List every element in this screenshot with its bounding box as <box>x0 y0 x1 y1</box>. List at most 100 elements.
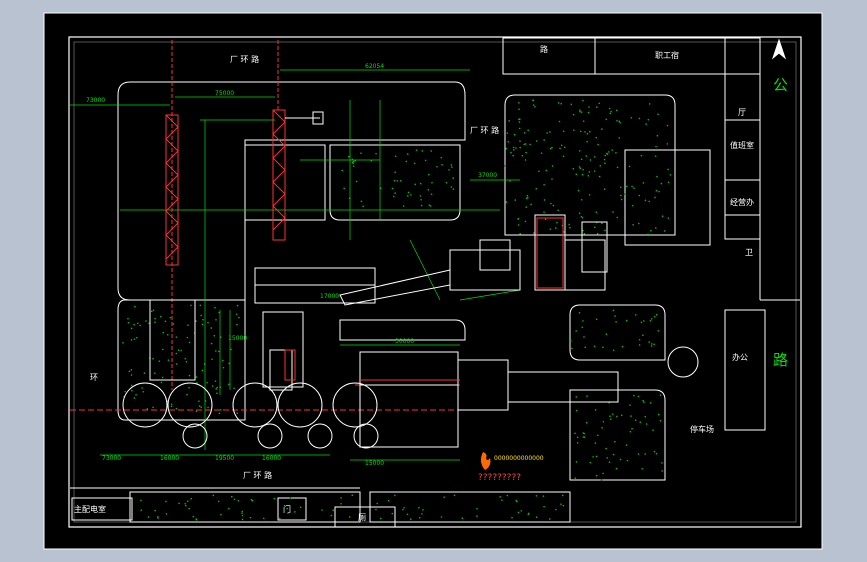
vegetation-dot <box>597 434 599 437</box>
vegetation-dot <box>394 494 396 497</box>
vegetation-dot <box>150 310 153 313</box>
vegetation-dot <box>202 318 204 321</box>
vegetation-dot <box>582 168 585 171</box>
site-boundary <box>73 41 797 523</box>
vegetation-dot <box>188 374 191 377</box>
silos <box>122 346 699 449</box>
vegetation-dot <box>575 409 578 412</box>
vegetation-dot <box>427 188 430 191</box>
vegetation-dot <box>394 171 396 173</box>
vegetation-dot <box>568 223 571 226</box>
vegetation-dot <box>595 474 598 477</box>
vegetation-dot <box>375 508 377 511</box>
vegetation-dot <box>450 164 453 166</box>
vegetation-dot <box>340 497 342 499</box>
vegetation-dot <box>598 175 601 178</box>
vegetation-dot <box>626 185 628 188</box>
dim-73000-a: 73000 <box>86 97 105 104</box>
vegetation-dot <box>396 180 399 182</box>
vegetation-dot <box>352 165 355 167</box>
vegetation-dot <box>616 166 619 169</box>
dimension-lines <box>70 69 521 461</box>
vegetation-dot <box>180 349 182 352</box>
vegetation-dot <box>657 413 660 416</box>
vegetation-dot <box>200 406 203 409</box>
vegetation-dot <box>649 319 652 322</box>
vegetation-dot <box>130 327 133 330</box>
vegetation-dot <box>512 146 515 149</box>
vegetation-dot <box>588 130 591 133</box>
vegetation-dot <box>517 224 520 226</box>
vegetation-dot <box>175 363 178 365</box>
vegetation-dot <box>655 452 658 455</box>
vegetation-dot <box>562 504 565 507</box>
vegetation-dot <box>420 198 422 201</box>
vegetation-dot <box>578 166 581 168</box>
vegetation-dot <box>210 342 213 345</box>
vegetation-dot <box>638 222 640 225</box>
vegetation-dot <box>604 229 606 232</box>
vegetation-dot <box>634 419 637 421</box>
vegetation-dot <box>130 384 133 387</box>
vegetation-dot <box>575 396 578 398</box>
vegetation-dot <box>167 359 170 361</box>
vegetation-dot <box>610 110 612 113</box>
dimension-texts: 62054 73000 75000 37000 73000 16000 1950… <box>86 63 497 467</box>
vegetation-dot <box>407 191 410 194</box>
vegetation-dot <box>640 321 643 324</box>
vegetation-dot <box>578 150 581 152</box>
dim-16000-b: 16000 <box>262 455 281 462</box>
vegetation-dot <box>614 315 616 317</box>
vegetation-dot <box>170 405 173 408</box>
public-road-label-1: 公 <box>773 76 788 94</box>
vegetation-dot <box>420 204 423 207</box>
vegetation-dot <box>524 220 527 223</box>
vegetation-dot <box>127 317 129 320</box>
vegetation-dot <box>596 106 598 108</box>
vegetation-dot <box>299 506 302 509</box>
dim-30000: 30000 <box>395 338 414 345</box>
vegetation-dot <box>211 358 213 361</box>
vegetation-dot <box>511 516 513 519</box>
vegetation-dot <box>551 165 554 167</box>
vegetation-dot <box>629 404 631 406</box>
dim-62054: 62054 <box>365 63 384 70</box>
vegetation-dot <box>659 420 662 422</box>
vegetation-dot <box>661 462 663 464</box>
vegetation-dot <box>558 120 561 123</box>
vegetation-dot <box>584 131 586 133</box>
north-arrow-icon <box>771 38 787 60</box>
vegetation-dot <box>574 477 577 479</box>
vegetation-dot <box>520 510 523 512</box>
vegetation-dot <box>158 360 161 362</box>
vegetation-dot <box>450 186 453 188</box>
vegetation-dot <box>595 136 598 139</box>
vegetation-dot <box>154 509 156 512</box>
vegetation-dot <box>593 226 596 229</box>
vegetation-dot <box>186 336 189 339</box>
vegetation-dot <box>518 108 520 111</box>
vegetation-dot <box>428 204 431 206</box>
vegetation-dot <box>543 183 545 186</box>
vegetation-dot <box>544 218 547 221</box>
vegetation-dot <box>570 347 573 350</box>
vegetation-dot <box>461 517 464 520</box>
office-label-5: 办公 <box>732 352 748 362</box>
vegetation-dot <box>588 171 591 173</box>
vegetation-dot <box>199 304 202 307</box>
vegetation-dot <box>195 410 198 413</box>
vegetation-dot <box>289 497 292 499</box>
vegetation-dot <box>656 134 659 137</box>
vegetation-dot <box>186 500 189 502</box>
vegetation-dot <box>192 515 195 518</box>
vegetation-dot <box>133 323 135 326</box>
vegetation-dot <box>128 370 131 373</box>
drawing-border <box>43 12 823 550</box>
vegetation-dot <box>518 121 521 123</box>
vegetation-dot <box>580 111 583 113</box>
vegetation-dot <box>410 194 412 196</box>
vegetation-dot <box>577 189 580 192</box>
vegetation-dot <box>638 344 641 346</box>
vegetation-dot <box>562 155 565 158</box>
vegetation-dot <box>666 143 669 145</box>
